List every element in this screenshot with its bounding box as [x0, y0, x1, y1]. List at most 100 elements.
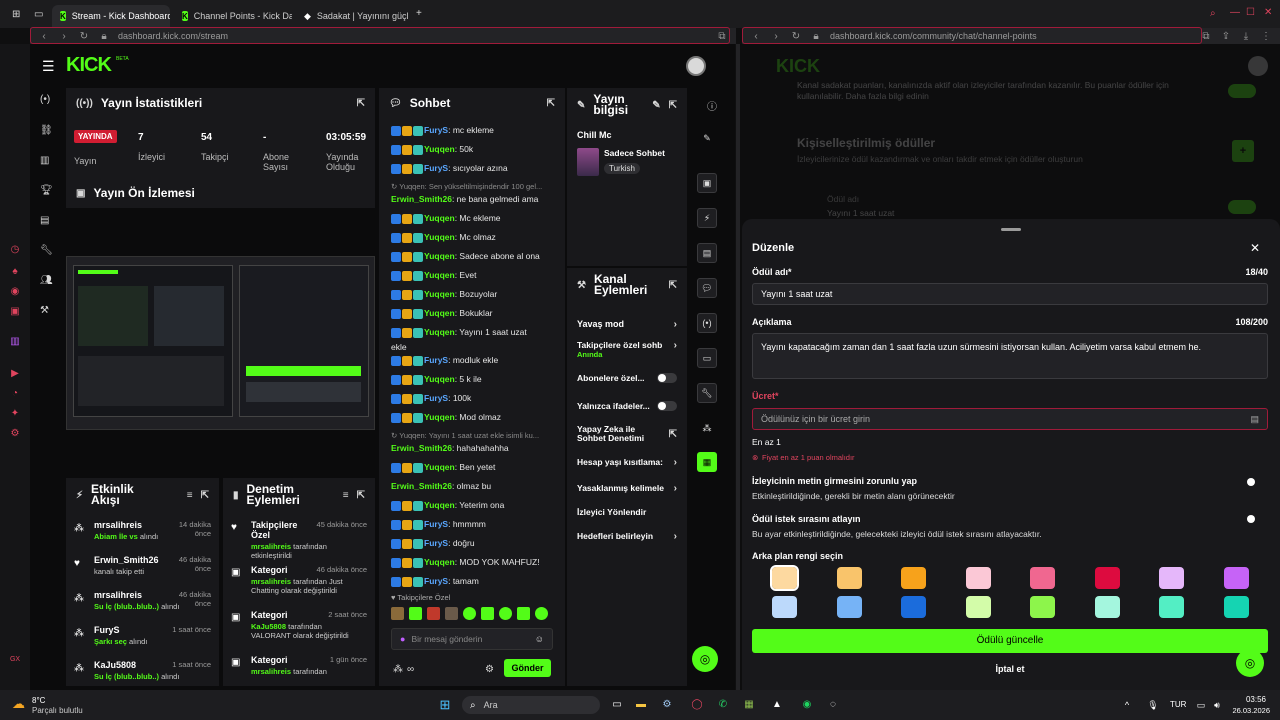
color-swatch[interactable]	[901, 596, 926, 618]
filter-icon[interactable]: ≡	[343, 490, 349, 501]
action-emotes-only[interactable]: Yalnızca ifadeler...	[577, 397, 677, 415]
spotify-icon[interactable]: ◉	[800, 698, 814, 712]
emote-icon[interactable]	[463, 607, 476, 620]
emote-icon[interactable]	[391, 607, 404, 620]
chat-username[interactable]: Yuqqen	[424, 144, 455, 154]
action-account-age[interactable]: Hesap yaşı kısıtlama: ›	[577, 453, 677, 471]
chat-username[interactable]: Erwin_Smith26	[391, 481, 452, 491]
chat-username[interactable]: FuryS	[424, 163, 448, 173]
action-set-goals[interactable]: Hedefleri belirleyin ›	[577, 527, 677, 545]
popout-icon[interactable]: ⇱	[201, 490, 209, 501]
popout-icon[interactable]: ⇱	[547, 98, 555, 109]
chat-username[interactable]: Yuqqen	[424, 500, 455, 510]
link-icon[interactable]: ⛓	[40, 125, 53, 136]
chat-username[interactable]: Yuqqen	[424, 289, 455, 299]
activity-user[interactable]: FuryS	[94, 625, 120, 635]
chat-username[interactable]: Yuqqen	[424, 327, 455, 337]
color-swatch[interactable]	[1030, 596, 1055, 618]
emote-icon[interactable]	[409, 607, 422, 620]
send-button[interactable]: Gönder	[504, 659, 551, 677]
sidebar-red-icon[interactable]: ◉	[9, 286, 21, 298]
windows-start-icon[interactable]: ⊞	[438, 698, 452, 712]
steam-icon[interactable]: ⚙	[660, 698, 674, 712]
search-tabs-icon[interactable]: ⌕	[1210, 8, 1216, 19]
clock-date[interactable]: 26.03.2026	[1226, 706, 1270, 715]
color-swatch[interactable]	[965, 567, 991, 589]
popout-icon[interactable]: ⇱	[669, 100, 677, 111]
chat-input[interactable]: ● Bir mesaj gönderin ☺	[391, 628, 553, 650]
popout-icon[interactable]: ⇱	[357, 490, 365, 501]
sidebar-gx-icon[interactable]: GX	[9, 654, 21, 666]
window-tool-button[interactable]: ▭	[697, 348, 717, 368]
info-icon[interactable]: ⓘ	[707, 98, 717, 113]
close-window-icon[interactable]: ✕	[1264, 7, 1272, 18]
action-banned-words[interactable]: Yasaklanmış kelimele ›	[577, 479, 677, 497]
activity-user[interactable]: mrsalihreis	[94, 590, 142, 600]
network-icon[interactable]: ▭	[1194, 698, 1208, 712]
new-tab-icon[interactable]: +	[416, 8, 422, 19]
maximize-icon[interactable]: ☐	[1246, 7, 1255, 18]
users-icon[interactable]: ⁂	[393, 664, 403, 675]
app-icon[interactable]: ▲	[770, 698, 784, 712]
close-icon[interactable]: ✕	[1250, 241, 1260, 255]
app-icon[interactable]: ◌	[826, 698, 840, 712]
chat-username[interactable]: FuryS	[424, 576, 448, 586]
share-icon[interactable]: ⇪	[1220, 31, 1232, 42]
wrench-tool-button[interactable]: 🔧︎	[697, 383, 717, 403]
chat-username[interactable]: Yuqqen	[424, 270, 455, 280]
chat-username[interactable]: Yuqqen	[424, 374, 455, 384]
edit-icon[interactable]: ✎	[652, 100, 660, 111]
float-action-button[interactable]: ◎	[692, 646, 718, 672]
drag-handle[interactable]	[1001, 228, 1021, 231]
color-swatch[interactable]	[1030, 567, 1055, 589]
color-swatch[interactable]	[772, 596, 797, 618]
price-input[interactable]: Ödülünüz için bir ücret girin ▤	[752, 408, 1268, 430]
chat-username[interactable]: Yuqqen	[424, 462, 455, 472]
color-swatch[interactable]	[1094, 567, 1120, 589]
stream-preview-video[interactable]	[66, 256, 375, 430]
chat-username[interactable]: Yuqqen	[424, 232, 455, 242]
network-tool-button[interactable]: ⁂	[697, 418, 717, 438]
chat-username[interactable]: Yuqqen	[424, 213, 455, 223]
chat-username[interactable]: Erwin_Smith26	[391, 194, 452, 204]
sidebar-red-icon[interactable]: ▣	[9, 306, 21, 318]
sidebar-red-icon[interactable]: ✦	[9, 408, 21, 420]
users-icon[interactable]: 👥︎	[40, 275, 53, 286]
emoji-icon[interactable]: ☺	[535, 634, 544, 644]
activity-user[interactable]: Erwin_Smith26	[94, 555, 159, 565]
sidebar-settings-icon[interactable]: ⚙	[9, 428, 21, 440]
moderation-user[interactable]: KaJu5808	[251, 622, 286, 631]
flash-tool-button[interactable]: ⚡︎	[697, 208, 717, 228]
task-view-icon[interactable]: ▭	[610, 698, 624, 712]
whatsapp-icon[interactable]: ✆	[716, 698, 730, 712]
popout-icon[interactable]: ⇱	[669, 280, 677, 291]
color-swatch[interactable]	[965, 596, 991, 618]
infinity-icon[interactable]: ∞	[407, 664, 414, 675]
volume-icon[interactable]: 🔊︎	[1210, 698, 1224, 712]
card-tool-button[interactable]: ▤	[697, 243, 717, 263]
sidebar-red-icon[interactable]: ◷	[9, 244, 21, 256]
chat-username[interactable]: Yuqqen	[424, 308, 455, 318]
edit-tool-button[interactable]: ✎	[697, 128, 717, 148]
update-reward-button[interactable]: Ödülü güncelle	[752, 629, 1268, 653]
color-swatch[interactable]	[1094, 596, 1120, 618]
weather-icon[interactable]: ☁	[12, 696, 25, 712]
moderation-user[interactable]: mrsalihreis	[251, 542, 291, 551]
modtools-icon[interactable]: ⚒	[40, 305, 49, 316]
tab-sadakat[interactable]: ◆ Sadakat | Yayınını güçlend	[296, 5, 408, 27]
chat-username[interactable]: Yuqqen	[424, 412, 455, 422]
activity-user[interactable]: KaJu5808	[94, 660, 136, 670]
reward-name-input[interactable]: Yayını 1 saat uzat	[752, 283, 1268, 305]
action-raid[interactable]: İzleyici Yönlendir	[577, 503, 677, 521]
color-swatch[interactable]	[1159, 596, 1184, 618]
opera-gx-icon[interactable]: ◯	[690, 698, 704, 712]
moderation-user[interactable]: mrsalihreis	[251, 667, 291, 676]
minimize-icon[interactable]: —	[1230, 7, 1240, 18]
action-ai-moderation[interactable]: Yapay Zeka ile Sohbet Denetimi ⇱	[577, 422, 677, 446]
chat-username[interactable]: Yuqqen	[424, 557, 455, 567]
analytics-icon[interactable]: ▥	[40, 155, 49, 166]
filter-icon[interactable]: ≡	[187, 490, 193, 501]
avatar[interactable]	[686, 56, 706, 76]
popout-icon[interactable]: ⇱	[357, 98, 365, 109]
sidebar-red-icon[interactable]: ♠	[9, 266, 21, 278]
